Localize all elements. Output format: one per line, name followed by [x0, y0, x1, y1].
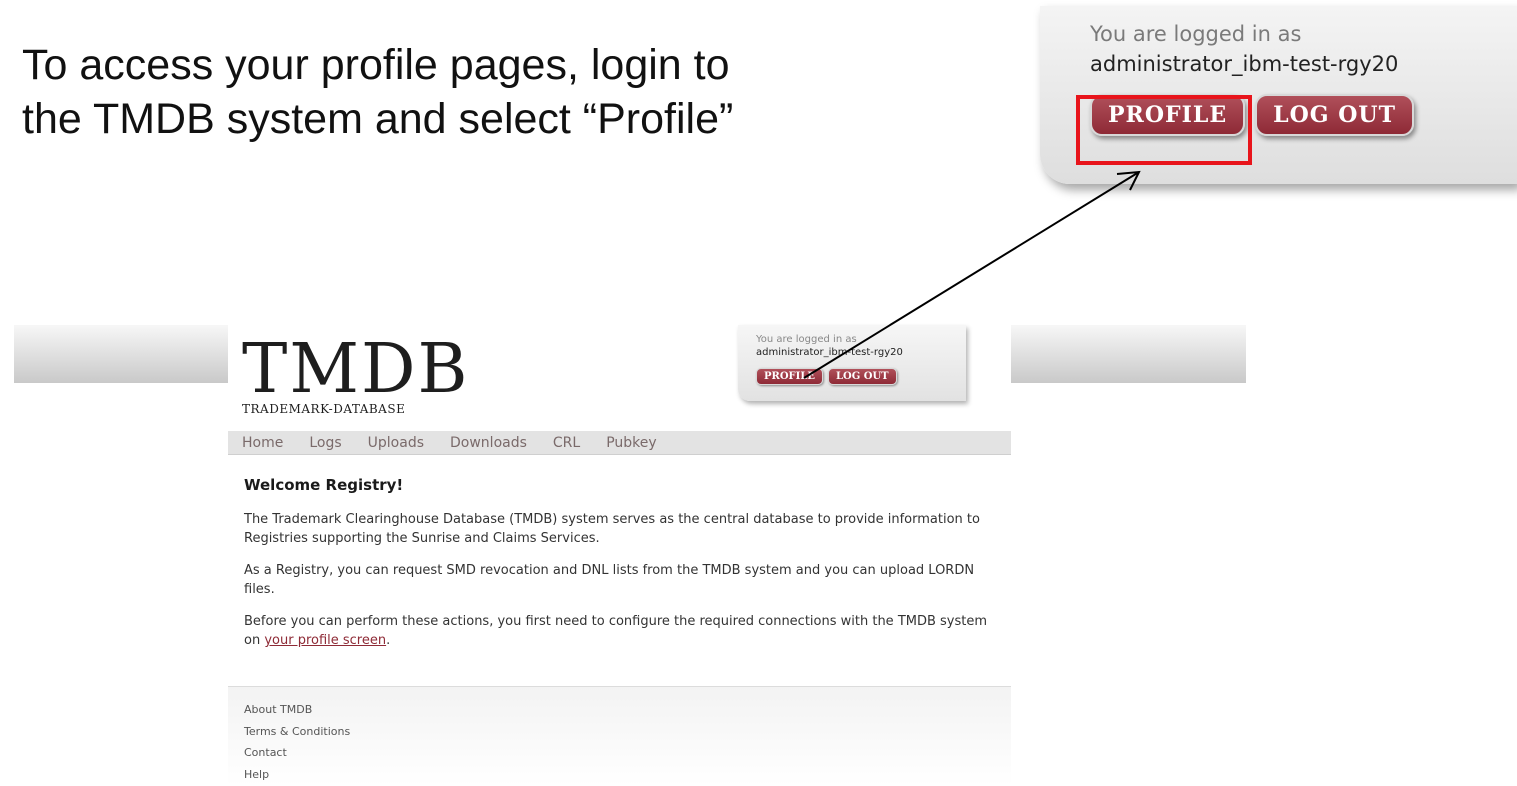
- caption-line-1: To access your profile pages, login to: [22, 41, 730, 89]
- footer-contact-link[interactable]: Contact: [244, 742, 1011, 764]
- site-profile-button[interactable]: PROFILE: [756, 368, 823, 385]
- footer-about-link[interactable]: About TMDB: [244, 699, 1011, 721]
- welcome-heading: Welcome Registry!: [244, 476, 404, 494]
- site-logged-in-label: You are logged in as: [756, 334, 857, 345]
- tmdb-logo-subtitle: TRADEMARK-DATABASE: [242, 402, 406, 416]
- nav-uploads[interactable]: Uploads: [368, 435, 424, 451]
- site-username: administrator_ibm-test-rgy20: [756, 347, 903, 358]
- site-footer: About TMDB Terms & Conditions Contact He…: [228, 686, 1011, 786]
- profile-screen-link[interactable]: your profile screen: [264, 633, 386, 648]
- footer-help-link[interactable]: Help: [244, 764, 1011, 786]
- configure-text-end: .: [386, 633, 391, 648]
- registry-paragraph: As a Registry, you can request SMD revoc…: [244, 563, 975, 597]
- nav-logs[interactable]: Logs: [309, 435, 341, 451]
- tmdb-logo[interactable]: TMDB: [242, 333, 469, 407]
- nav-crl[interactable]: CRL: [553, 435, 580, 451]
- zoom-username: administrator_ibm-test-rgy20: [1090, 52, 1399, 76]
- site-logout-button[interactable]: LOG OUT: [827, 368, 897, 385]
- main-nav: Home Logs Uploads Downloads CRL Pubkey: [228, 431, 1011, 455]
- nav-downloads[interactable]: Downloads: [450, 435, 527, 451]
- nav-pubkey[interactable]: Pubkey: [606, 435, 656, 451]
- main-content: Welcome Registry! The Trademark Clearing…: [244, 476, 1004, 663]
- nav-home[interactable]: Home: [242, 435, 283, 451]
- zoom-logged-in-label: You are logged in as: [1090, 22, 1302, 46]
- caption-line-2: the TMDB system and select “Profile”: [22, 95, 734, 143]
- tmdb-site: TMDB TRADEMARK-DATABASE You are logged i…: [228, 325, 1011, 786]
- footer-terms-link[interactable]: Terms & Conditions: [244, 721, 1011, 743]
- profile-highlight-box: [1076, 95, 1252, 165]
- slide-caption: To access your profile pages, login to t…: [22, 38, 842, 146]
- zoom-logout-button[interactable]: LOG OUT: [1255, 94, 1414, 136]
- site-login-box: You are logged in as administrator_ibm-t…: [738, 325, 966, 401]
- configure-paragraph: Before you can perform these actions, yo…: [244, 612, 1004, 650]
- intro-paragraph: The Trademark Clearinghouse Database (TM…: [244, 512, 980, 546]
